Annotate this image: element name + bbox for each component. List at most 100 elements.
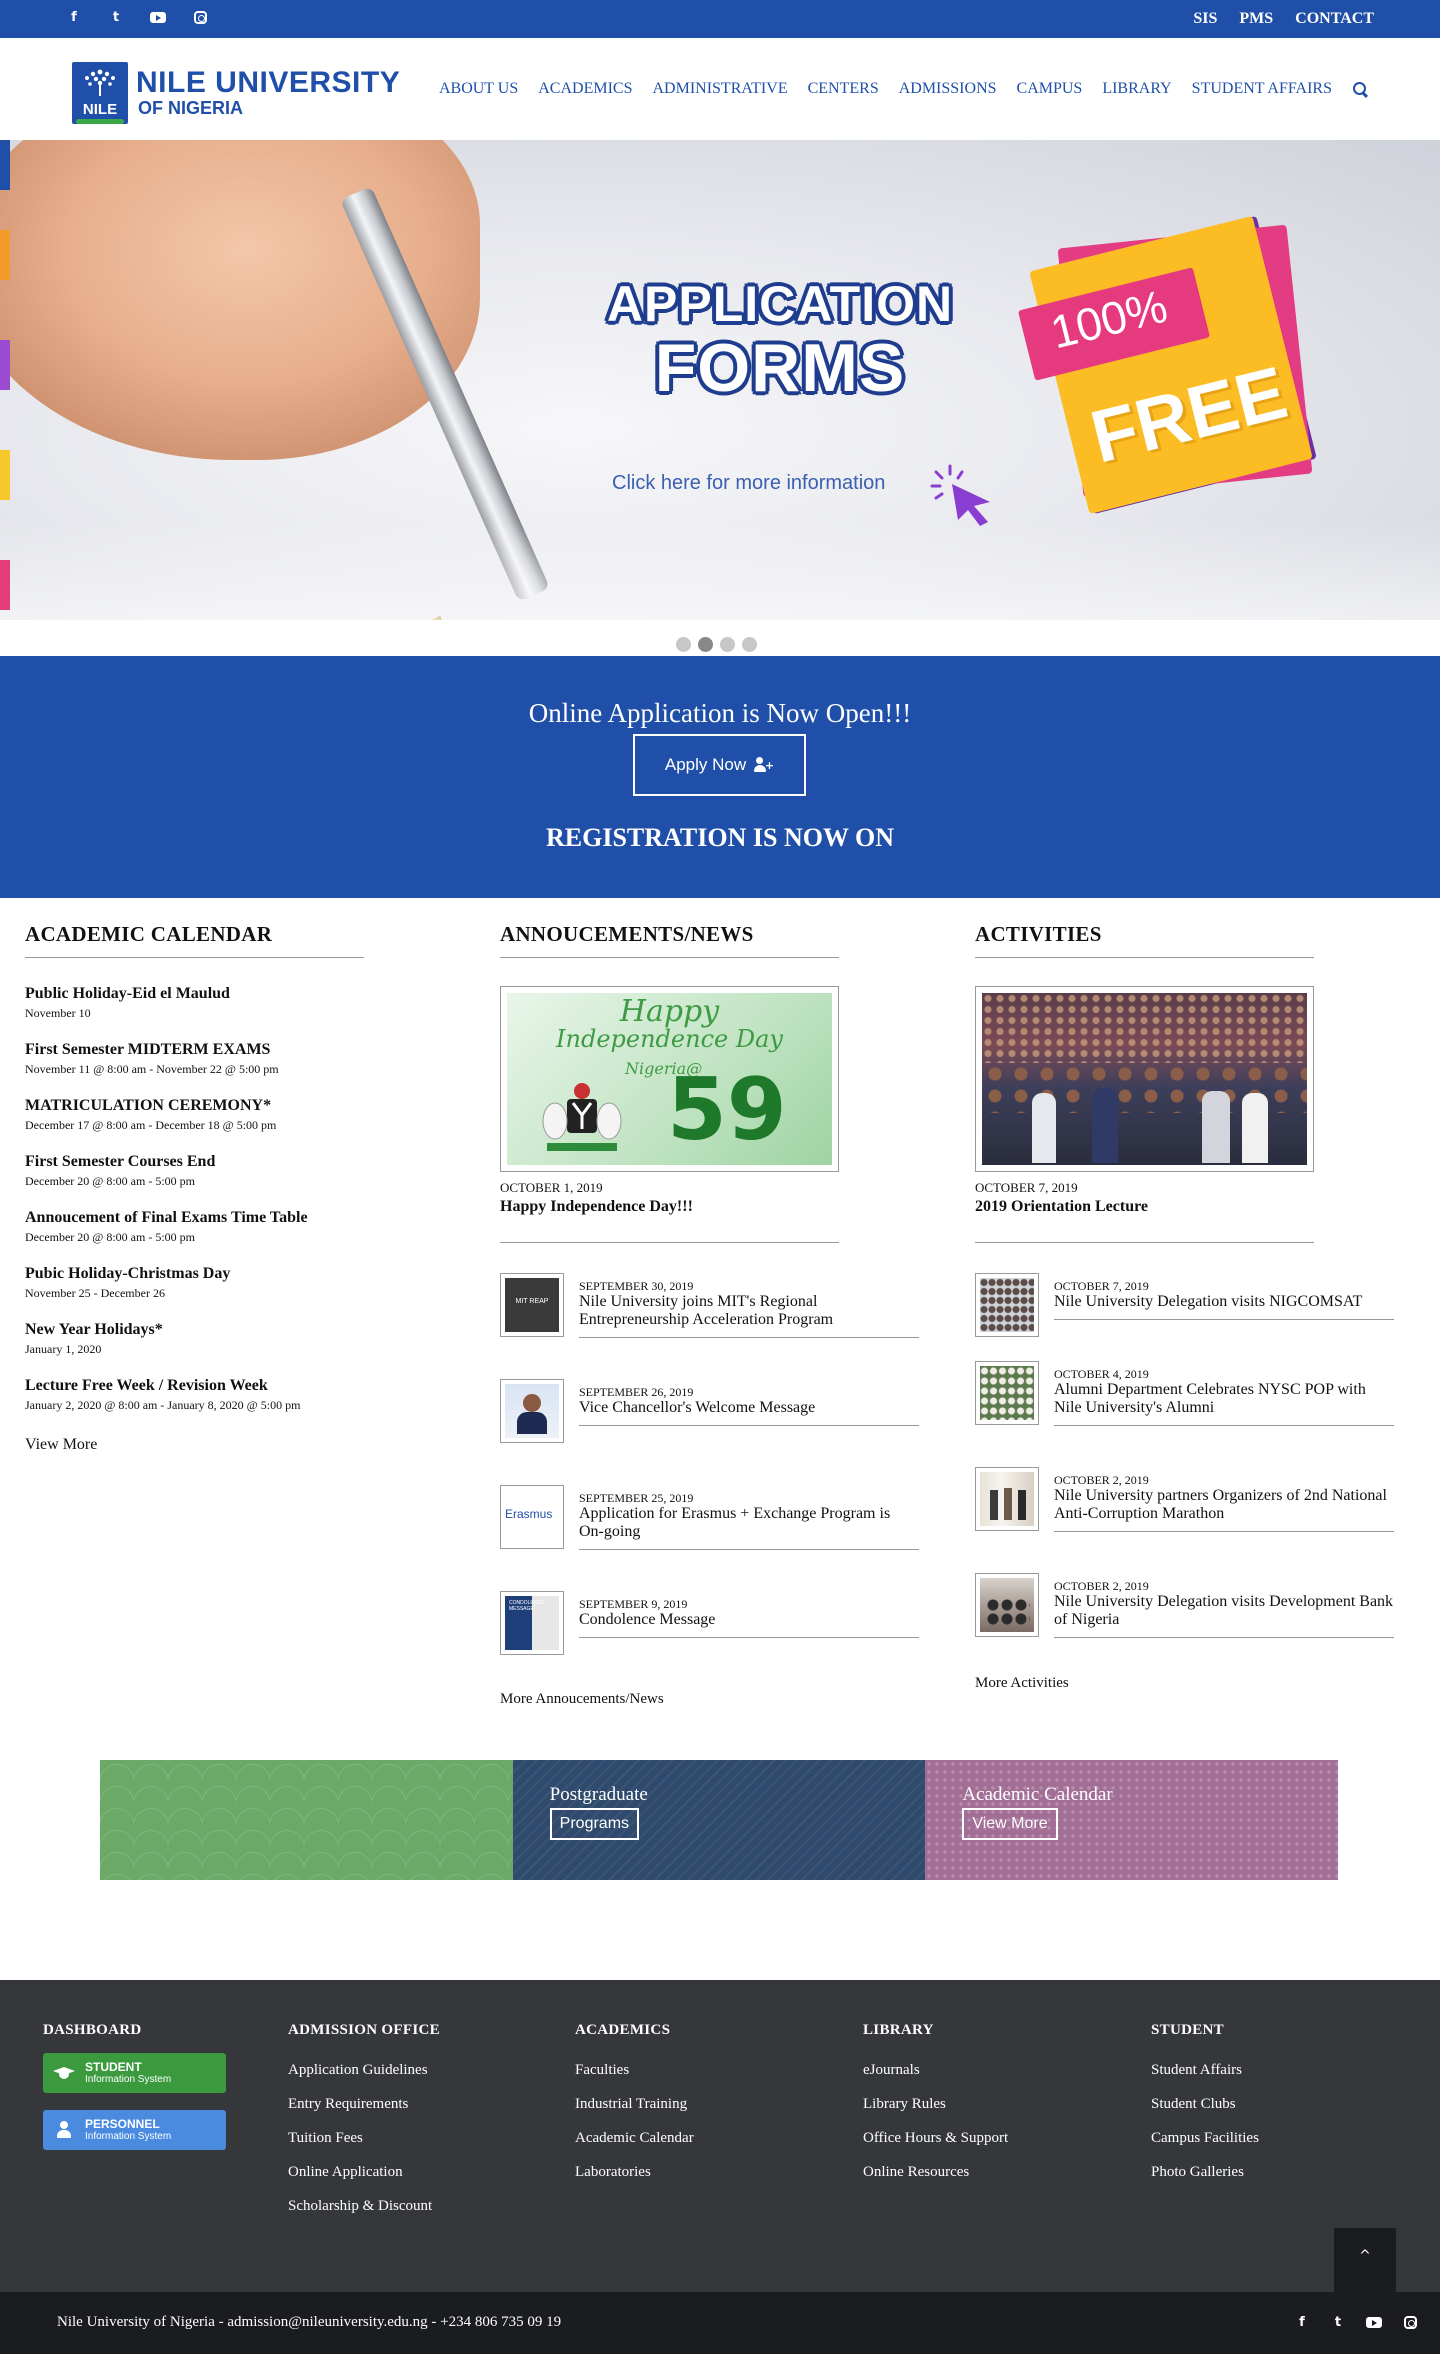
sis-link[interactable]: SIS [1193,10,1217,28]
nav-student-affairs[interactable]: STUDENT AFFAIRS [1192,80,1332,98]
featured-activity[interactable]: OCTOBER 7, 2019 2019 Orientation Lecture [975,986,1314,1243]
news-item[interactable]: Erasmus SEPTEMBER 25, 2019 Application fo… [500,1485,930,1550]
more-news-link[interactable]: More Annoucements/News [500,1691,930,1708]
footer-link[interactable]: Scholarship & Discount [288,2189,440,2223]
main-nav: ABOUT US ACADEMICS ADMINISTRATIVE CENTER… [439,80,1368,98]
nav-administrative[interactable]: ADMINISTRATIVE [652,80,787,98]
footer-link[interactable]: Library Rules [863,2087,1008,2121]
programs-button[interactable]: Programs [549,1808,640,1840]
bottom-social-links: f t [1294,2314,1418,2330]
slider-dot[interactable] [720,637,735,652]
youtube-icon[interactable] [1366,2314,1382,2330]
slider-dot-active[interactable] [698,637,713,652]
student-information-system-button[interactable]: STUDENT Information System [43,2053,226,2093]
free-badge: 100% FREE [1017,200,1320,520]
calendar-event[interactable]: Public Holiday-Eid el Maulud November 10 [25,984,445,1022]
independence-day-image: Happy Independence Day Nigeria@ 59 [507,993,832,1165]
tile-postgraduate: Postgraduate Programs [512,1760,926,1880]
top-social-links: f t [66,9,208,25]
calendar-event[interactable]: First Semester Courses End December 20 @ … [25,1152,445,1190]
activity-thumbnail [980,1278,1034,1332]
footer-link[interactable]: Application Guidelines [288,2053,440,2087]
news-item[interactable]: SEPTEMBER 26, 2019 Vice Chancellor's Welc… [500,1379,930,1443]
logo-subname: OF NIGERIA [138,98,244,118]
youtube-icon[interactable] [150,9,166,25]
slider-dots [676,637,757,652]
footer-link[interactable]: eJournals [863,2053,1008,2087]
contact-link[interactable]: CONTACT [1295,10,1374,28]
twitter-icon[interactable]: t [108,9,124,25]
activity-thumbnail [980,1578,1034,1632]
footer-link[interactable]: Tuition Fees [288,2121,440,2155]
calendar-event[interactable]: Pubic Holiday-Christmas Day November 25 -… [25,1264,445,1302]
footer-link[interactable]: Industrial Training [575,2087,694,2121]
activity-item[interactable]: OCTOBER 2, 2019 Nile University partners … [975,1467,1415,1532]
apply-headline: Online Application is Now Open!!! [528,698,912,728]
site-footer: DASHBOARD STUDENT Information System PERS… [0,1980,1440,2292]
activity-item[interactable]: OCTOBER 2, 2019 Nile University Delegatio… [975,1573,1415,1638]
back-to-top-button[interactable]: ^ [1334,2228,1396,2292]
instagram-icon[interactable] [1402,2314,1418,2330]
nav-centers[interactable]: CENTERS [808,80,879,98]
click-cursor-icon [930,464,990,526]
activity-item[interactable]: OCTOBER 4, 2019 Alumni Department Celebra… [975,1361,1415,1426]
nav-admissions[interactable]: ADMISSIONS [899,80,997,98]
search-icon[interactable] [1352,81,1368,97]
news-thumbnail [505,1384,559,1438]
apply-now-button[interactable]: Apply Now + [633,734,806,796]
footer-link[interactable]: Student Clubs [1151,2087,1259,2121]
top-bar: f t SIS PMS CONTACT [0,0,1440,38]
footer-link[interactable]: Faculties [575,2053,694,2087]
news-item[interactable]: CONDOLENCE MESSAGE SEPTEMBER 9, 2019 Cond… [500,1591,930,1655]
pms-link[interactable]: PMS [1239,10,1273,28]
calendar-event[interactable]: First Semester MIDTERM EXAMS November 11 … [25,1040,445,1078]
calendar-event[interactable]: Lecture Free Week / Revision Week January… [25,1376,445,1414]
tile-pattern-green[interactable] [100,1760,513,1880]
section-heading: ACTIVITIES [975,922,1314,958]
top-links: SIS PMS CONTACT [1193,10,1374,28]
hero-subtitle[interactable]: Click here for more information [612,472,885,495]
quick-link-tiles: Postgraduate Programs Academic Calendar … [100,1760,1339,1880]
side-color-tabs [0,140,10,620]
footer-link[interactable]: Online Application [288,2155,440,2189]
personnel-information-system-button[interactable]: PERSONNEL Information System [43,2110,226,2150]
more-activities-link[interactable]: More Activities [975,1675,1415,1692]
calendar-event[interactable]: MATRICULATION CEREMONY* December 17 @ 8:0… [25,1096,445,1134]
activity-item[interactable]: OCTOBER 7, 2019 Nile University Delegatio… [975,1273,1415,1337]
calendar-event[interactable]: New Year Holidays* January 1, 2020 [25,1320,445,1358]
site-header: NILE NILE UNIVERSITY OF NIGERIA ABOUT US… [0,38,1440,140]
logo-tree-icon: NILE [72,62,128,124]
instagram-icon[interactable] [192,9,208,25]
orientation-lecture-image [982,993,1307,1165]
twitter-icon[interactable]: t [1330,2314,1346,2330]
calendar-event[interactable]: Annoucement of Final Exams Time Table Dec… [25,1208,445,1246]
footer-dashboard: DASHBOARD STUDENT Information System PERS… [43,2022,226,2167]
facebook-icon[interactable]: f [66,9,82,25]
news-item[interactable]: MIT REAP SEPTEMBER 30, 2019 Nile Universi… [500,1273,930,1338]
facebook-icon[interactable]: f [1294,2314,1310,2330]
footer-link[interactable]: Photo Galleries [1151,2155,1259,2189]
hero-slider[interactable]: APPLICATION FORMS Click here for more in… [0,140,1440,620]
nav-academics[interactable]: ACADEMICS [538,80,632,98]
nav-about-us[interactable]: ABOUT US [439,80,518,98]
news-thumbnail: Erasmus [505,1490,559,1544]
nav-library[interactable]: LIBRARY [1102,80,1171,98]
view-more-button[interactable]: View More [962,1808,1058,1840]
footer-link[interactable]: Campus Facilities [1151,2121,1259,2155]
footer-link[interactable]: Student Affairs [1151,2053,1259,2087]
featured-news[interactable]: Happy Independence Day Nigeria@ 59 OCTOB… [500,986,839,1243]
footer-link[interactable]: Laboratories [575,2155,694,2189]
add-user-icon: + [754,757,774,773]
academic-calendar-section: ACADEMIC CALENDAR Public Holiday-Eid el … [25,922,445,1454]
footer-link[interactable]: Academic Calendar [575,2121,694,2155]
tile-academic-calendar: Academic Calendar View More [925,1760,1339,1880]
hero-title: APPLICATION FORMS [606,276,954,406]
footer-link[interactable]: Entry Requirements [288,2087,440,2121]
footer-link[interactable]: Online Resources [863,2155,1008,2189]
nav-campus[interactable]: CAMPUS [1017,80,1083,98]
slider-dot[interactable] [742,637,757,652]
calendar-view-more-link[interactable]: View More [25,1436,445,1454]
slider-dot[interactable] [676,637,691,652]
university-logo[interactable]: NILE NILE UNIVERSITY OF NIGERIA [72,62,400,124]
footer-link[interactable]: Office Hours & Support [863,2121,1008,2155]
